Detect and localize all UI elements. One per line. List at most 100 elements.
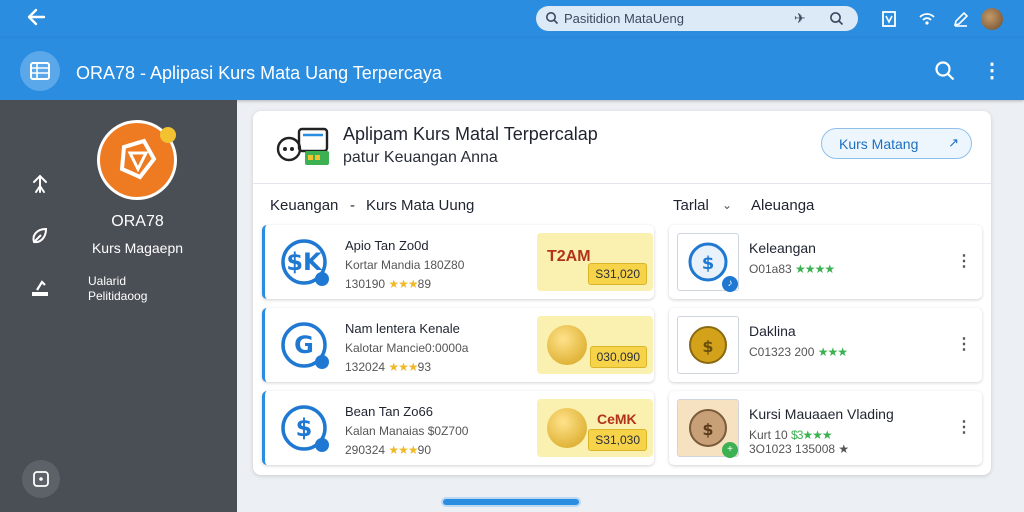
price-badge: 030,090 xyxy=(589,346,647,368)
item-thumbnail: $ ♪ xyxy=(677,233,739,292)
kurs-button-label: Kurs Matang xyxy=(839,136,919,152)
item-subtitle: Kortar Mandia 180Z80 xyxy=(345,258,465,272)
item-meta: C01323 200 ★★★ xyxy=(749,345,848,359)
rating-stars: ★★★★ xyxy=(795,262,835,276)
item-rating-value: 89 xyxy=(417,277,432,291)
item-thumbnail: 030,090 xyxy=(537,316,653,374)
main-card: Aplipam Kurs Matal Terpercalap patur Keu… xyxy=(253,111,991,475)
item-thumbnail: $ + xyxy=(677,399,739,458)
item-meta: O01a83 ★★★★ xyxy=(749,262,835,276)
upload-icon[interactable] xyxy=(28,276,52,300)
person-up-icon[interactable] xyxy=(28,172,52,196)
search-icon[interactable] xyxy=(829,11,844,26)
leaf-icon[interactable] xyxy=(28,224,52,248)
svg-text:$: $ xyxy=(702,337,713,356)
list-item[interactable]: $ ♪ Keleangan O01a83 ★★★★ ⋮ xyxy=(669,225,982,299)
brand-logo-icon xyxy=(97,120,177,200)
add-badge-icon: + xyxy=(722,442,738,458)
kurs-matang-button[interactable]: Kurs Matang ↗ xyxy=(821,128,972,159)
rating-stars: ★★★ xyxy=(817,345,848,359)
search-input[interactable]: Pasitidion MataUeng ✈ xyxy=(536,6,858,31)
svg-text:$K: $K xyxy=(286,248,323,276)
list-item[interactable]: $ Daklina C01323 200 ★★★ ⋮ xyxy=(669,308,982,382)
item-rating-value: 90 xyxy=(417,443,432,457)
item-title: Bean Tan Zo66 xyxy=(345,404,433,419)
currency-exchange-icon xyxy=(276,127,329,165)
list-item[interactable]: $K Apio Tan Zo0d Kortar Mandia 180Z80 13… xyxy=(262,225,654,299)
price-badge: S31,020 xyxy=(588,263,647,285)
breadcrumb-keuangan[interactable]: Keuangan xyxy=(270,197,338,214)
more-options-icon[interactable]: ⋮ xyxy=(956,251,972,271)
wifi-icon[interactable] xyxy=(918,10,936,28)
item-title: Kursi Mauaaen Vlading xyxy=(749,406,894,422)
rating-stars: ★★★ xyxy=(388,360,418,374)
search-icon[interactable] xyxy=(934,60,956,82)
item-subtitle: Kalotar Mancie0:0000a xyxy=(345,341,469,355)
back-arrow-icon[interactable] xyxy=(22,6,50,30)
airplane-icon[interactable]: ✈ xyxy=(794,10,810,26)
item-thumbnail: CeMK S31,030 xyxy=(537,399,653,457)
rating-stars: ★★★ xyxy=(388,277,418,291)
hero-subtitle: patur Keuangan Anna xyxy=(343,149,498,166)
top-bar: Pasitidion MataUeng ✈ xyxy=(0,0,1024,38)
search-text: Pasitidion MataUeng xyxy=(564,11,684,26)
filter-tarlal[interactable]: Tarlal xyxy=(673,197,709,214)
item-title: Daklina xyxy=(749,323,796,339)
breadcrumb-separator: - xyxy=(350,197,355,214)
price-badge: S31,030 xyxy=(588,429,647,451)
arrow-up-right-icon: ↗ xyxy=(948,135,959,150)
thumbnail-tag: T2AM xyxy=(547,248,591,265)
edit-icon[interactable] xyxy=(952,10,970,28)
window-icon[interactable] xyxy=(880,10,898,28)
breadcrumb-kurs[interactable]: Kurs Mata Uung xyxy=(366,197,474,214)
rating-stars: $3★★★ xyxy=(791,428,833,442)
sidebar-item-text[interactable]: Ualarid Pelitidaoog xyxy=(88,274,147,304)
item-subtitle: Kalan Manaias $0Z700 xyxy=(345,424,469,438)
item-title: Nam lentera Kenale xyxy=(345,321,460,336)
app-logo-icon[interactable] xyxy=(20,51,60,91)
badge-dot xyxy=(160,127,176,143)
item-rating-value: 93 xyxy=(417,360,432,374)
coin-icon xyxy=(547,325,587,365)
list-item[interactable]: G Nam lentera Kenale Kalotar Mancie0:000… xyxy=(262,308,654,382)
page-title: ORA78 - Aplipasi Kurs Mata Uang Terperca… xyxy=(76,63,442,83)
more-options-icon[interactable]: ⋮ xyxy=(956,334,972,354)
item-thumbnail: $ xyxy=(677,316,739,374)
coin-icon xyxy=(547,408,587,448)
filter-aleuanga[interactable]: Aleuanga xyxy=(751,197,814,214)
app-header: ORA78 - Aplipasi Kurs Mata Uang Terperca… xyxy=(0,38,1024,100)
more-options-icon[interactable]: ⋮ xyxy=(982,59,1002,83)
item-meta-line3: 3O1023 135008 ★ xyxy=(749,442,850,456)
sidebar-item-line1: Ualarid xyxy=(88,274,127,288)
item-meta: 290324 ★★★90 xyxy=(345,443,431,457)
item-meta: 132024 ★★★93 xyxy=(345,360,431,374)
thumbnail-tag: CeMK xyxy=(597,411,637,427)
svg-text:G: G xyxy=(294,331,314,359)
currency-g-icon: G xyxy=(281,322,329,369)
svg-text:$: $ xyxy=(702,253,715,274)
rating-stars: ★★★ xyxy=(388,443,418,457)
item-meta: 130190 ★★★89 xyxy=(345,277,431,291)
item-number: C01323 200 xyxy=(749,345,815,359)
music-badge-icon: ♪ xyxy=(722,276,738,292)
currency-s-icon: $K xyxy=(281,239,329,286)
bottom-action-button[interactable] xyxy=(22,460,60,498)
item-title: Apio Tan Zo0d xyxy=(345,238,429,253)
sidebar: ORA78 Kurs Magaepn Ualarid Pelitidaoog xyxy=(0,100,237,512)
divider xyxy=(253,183,991,184)
list-item[interactable]: $ Bean Tan Zo66 Kalan Manaias $0Z700 290… xyxy=(262,391,654,465)
item-number: 290324 xyxy=(345,443,386,457)
sidebar-item-line2: Pelitidaoog xyxy=(88,289,148,303)
more-options-icon[interactable]: ⋮ xyxy=(956,417,972,437)
item-number: 132024 xyxy=(345,360,386,374)
scrollbar[interactable] xyxy=(441,497,581,507)
item-number: 130190 xyxy=(345,277,386,291)
list-item[interactable]: $ + Kursi Mauaaen Vlading Kurt 10 $3★★★ … xyxy=(669,391,982,465)
item-meta: Kurt 10 $3★★★ xyxy=(749,428,833,442)
item-thumbnail: T2AM S31,020 xyxy=(537,233,653,291)
search-icon xyxy=(546,12,559,25)
currency-dollar-icon: $ xyxy=(281,405,329,452)
chevron-down-icon[interactable]: ⌄ xyxy=(722,198,732,212)
svg-text:$: $ xyxy=(702,420,713,439)
avatar[interactable] xyxy=(981,8,1003,30)
